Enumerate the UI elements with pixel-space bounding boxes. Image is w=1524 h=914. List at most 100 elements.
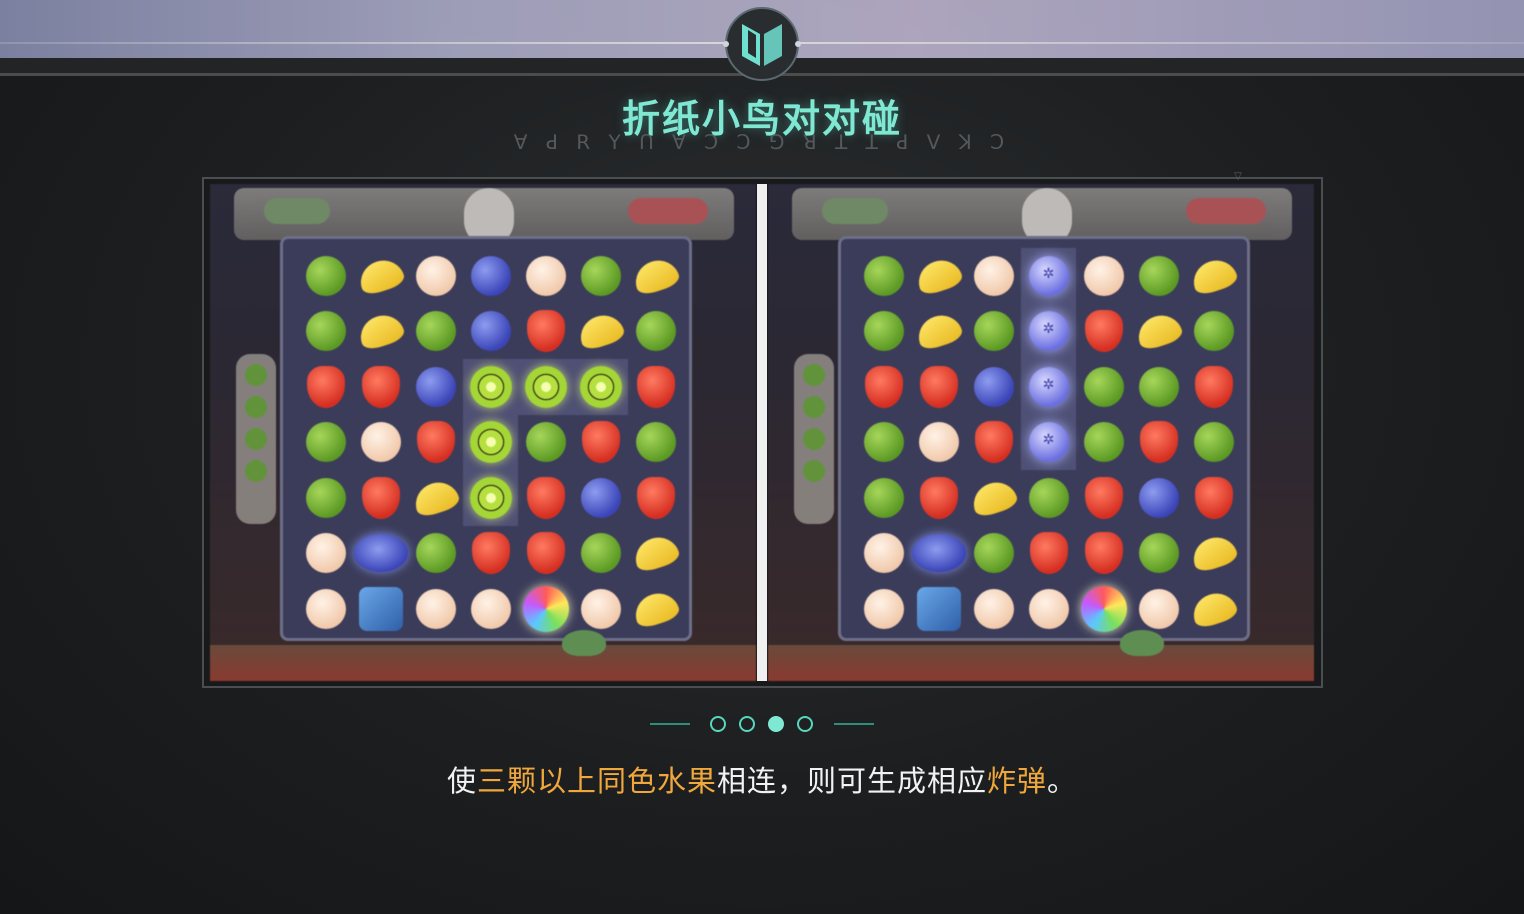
lime-fruit-icon [635, 422, 676, 463]
banana-fruit-icon [912, 254, 965, 297]
grid-cell [573, 248, 628, 304]
grid-cell [408, 470, 463, 526]
grid-cell [1186, 248, 1241, 304]
grid-cell [911, 470, 966, 526]
page-dot-3[interactable] [768, 716, 784, 732]
stage-floor [768, 645, 1314, 681]
lime-fruit-icon [973, 533, 1014, 574]
grid-cell [353, 470, 408, 526]
page-dot-1[interactable] [710, 716, 726, 732]
game-hud [234, 188, 734, 246]
peach-fruit-icon [973, 588, 1014, 629]
stage-floor [210, 645, 756, 681]
lime-fruit-icon [863, 311, 904, 352]
lime-fruit-icon [863, 477, 904, 518]
rainbow-fruit-icon [522, 585, 569, 632]
grid-cell [628, 415, 683, 471]
lime-fruit-icon [1138, 366, 1179, 407]
grid-cell [573, 526, 628, 582]
lime-fruit-icon [525, 422, 566, 463]
grid-cell [628, 526, 683, 582]
grid-cell [518, 415, 573, 471]
lime-fruit-icon [863, 422, 904, 463]
lime-fruit-icon [305, 311, 346, 352]
grid-cell [463, 304, 518, 360]
grid-cell [856, 470, 911, 526]
tutorial-screenshot-after [768, 184, 1314, 681]
caption-text: 使 [446, 764, 477, 798]
moves-tube [794, 354, 834, 524]
lime-fruit-icon [305, 422, 346, 463]
grid-cell [1076, 526, 1131, 582]
grid-cell [518, 581, 573, 637]
peach-fruit-icon [1083, 255, 1124, 296]
kiwi-fruit-icon [469, 365, 512, 408]
grid-cell [856, 415, 911, 471]
grid-cell [1131, 526, 1186, 582]
frame-corner-mark: ▽ [1234, 171, 1242, 182]
kiwi-fruit-icon [469, 476, 512, 519]
grid-cell [463, 526, 518, 582]
page-dot-2[interactable] [739, 716, 755, 732]
peach-fruit-icon [1028, 588, 1069, 629]
banana-fruit-icon [354, 254, 407, 297]
grid-cell [856, 526, 911, 582]
peach-fruit-icon [305, 533, 346, 574]
fruit-grid [856, 248, 1246, 638]
grid-cell [966, 581, 1021, 637]
grid-cell [298, 415, 353, 471]
banana-fruit-icon [1187, 254, 1240, 297]
banana-fruit-icon [629, 254, 682, 297]
grid-cell [1021, 359, 1076, 415]
grid-cell [1021, 581, 1076, 637]
straw-fruit-icon [1084, 532, 1123, 575]
grid-cell [856, 581, 911, 637]
grid-cell [966, 526, 1021, 582]
peach-fruit-icon [863, 588, 904, 629]
caption-highlight: 炸弹 [987, 764, 1048, 798]
grid-cell [353, 304, 408, 360]
peach-fruit-icon [470, 588, 511, 629]
grid-cell [1131, 581, 1186, 637]
berry-fruit-icon [470, 255, 511, 296]
banana-fruit-icon [967, 476, 1020, 519]
grid-cell [1186, 526, 1241, 582]
straw-fruit-icon [526, 532, 565, 575]
lime-fruit-icon [973, 311, 1014, 352]
grid-cell [966, 415, 1021, 471]
grid-cell [298, 526, 353, 582]
grid-cell [408, 415, 463, 471]
grid-cell [298, 248, 353, 304]
berry-fruit-icon [1138, 477, 1179, 518]
bomb-fruit-icon [1028, 311, 1069, 352]
peach-fruit-icon [305, 588, 346, 629]
game-hud [792, 188, 1292, 246]
straw-fruit-icon [526, 310, 565, 353]
grid-cell [1021, 414, 1076, 470]
grid-cell [353, 526, 408, 582]
grid-cell [966, 359, 1021, 415]
grid-cell [1076, 359, 1131, 415]
book-emblem-icon [723, 7, 801, 81]
caption-text: 相连，则可生成相应 [716, 764, 987, 798]
grid-cell [1131, 248, 1186, 304]
grid-cell [856, 359, 911, 415]
straw-fruit-icon [361, 476, 400, 519]
straw-fruit-icon [636, 365, 675, 408]
berry-fruit-icon [470, 311, 511, 352]
straw-fruit-icon [919, 476, 958, 519]
page-dot-4[interactable] [797, 716, 813, 732]
grid-cell [1131, 304, 1186, 360]
straw-fruit-icon [416, 421, 455, 464]
grid-cell [1131, 415, 1186, 471]
grid-cell [1131, 359, 1186, 415]
straw-fruit-icon [306, 365, 345, 408]
carousel-pagination [650, 714, 874, 734]
straw-fruit-icon [361, 365, 400, 408]
straw-fruit-icon [526, 476, 565, 519]
grid-cell [628, 248, 683, 304]
grid-cell [463, 581, 518, 637]
lime-fruit-icon [305, 477, 346, 518]
tutorial-caption: 使三颗以上同色水果相连，则可生成相应炸弹。 [0, 758, 1524, 800]
grid-cell [573, 415, 628, 471]
